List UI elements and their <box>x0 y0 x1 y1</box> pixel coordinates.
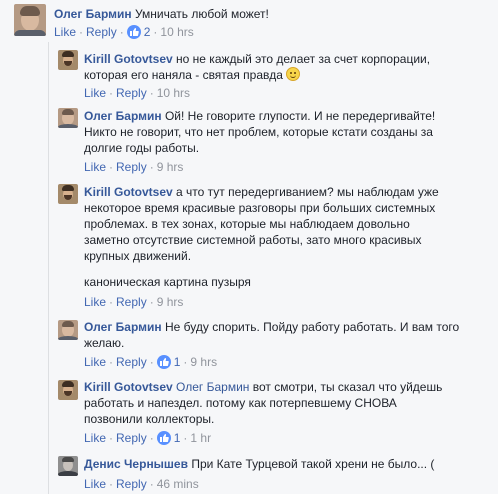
timestamp[interactable]: 9 hrs <box>157 295 184 309</box>
avatar[interactable] <box>58 108 78 128</box>
comment-text: но не каждый это делает за счет корпорац… <box>176 52 431 66</box>
comment-text: Ой! Не говорите глупости. И не передерги… <box>164 109 436 123</box>
like-link[interactable]: Like <box>54 25 76 39</box>
reply-kirill-1: Kirill Gotovtsev но не каждый это делает… <box>0 44 498 100</box>
comment-oleg-1: Олег Бармин Умничать любой может! Like · R… <box>0 0 498 44</box>
comment-text: Умничать любой может! <box>134 7 269 21</box>
comment-text: которая его наняла - святая правда <box>84 68 283 82</box>
comment-text: проблемах. в тех зонах, которые мы наблю… <box>84 217 410 231</box>
comment-author[interactable]: Kirill Gotovtsev <box>84 380 173 394</box>
comment-text: долгие годы работы. <box>84 141 200 155</box>
like-link[interactable]: Like <box>84 295 106 309</box>
comment-author[interactable]: Kirill Gotovtsev <box>84 185 173 199</box>
like-link[interactable]: Like <box>84 477 106 491</box>
comment-author[interactable]: Олег Бармин <box>84 109 162 123</box>
reply-link[interactable]: Reply <box>86 25 117 39</box>
comment-text: Никто не говорит, что нет проблем, котор… <box>84 125 433 139</box>
like-count[interactable]: 1 <box>174 431 181 445</box>
comment-author[interactable]: Олег Бармин <box>84 320 162 334</box>
reply-denis-1: Денис Чернышев При Кате Турцевой такой х… <box>0 450 498 494</box>
comment-text: некоторое время красивые разговоры при б… <box>84 201 436 215</box>
timestamp[interactable]: 9 hrs <box>157 160 184 174</box>
avatar[interactable] <box>58 320 78 340</box>
comment-author[interactable]: Kirill Gotovtsev <box>84 52 173 66</box>
avatar[interactable] <box>58 184 78 204</box>
smile-emoji-icon <box>286 67 301 81</box>
like-link[interactable]: Like <box>84 86 106 100</box>
timestamp[interactable]: 10 hrs <box>160 25 193 39</box>
comment-text: При Кате Турцевой такой хрени не было...… <box>191 457 435 471</box>
like-count[interactable]: 2 <box>144 25 151 39</box>
comment-author[interactable]: Денис Чернышев <box>84 457 188 471</box>
reply-oleg-2: Олег Бармин Ой! Не говорите глупости. И … <box>0 100 498 176</box>
comment-text: вот смотри, ты сказал что уйдешь <box>252 380 443 394</box>
reply-link[interactable]: Reply <box>116 160 147 174</box>
comment-text: а что тут передергиванием? мы наблюдам у… <box>176 185 439 199</box>
reply-kirill-2: Kirill Gotovtsev а что тут передергивани… <box>0 176 498 314</box>
timestamp[interactable]: 1 hr <box>190 431 211 445</box>
reply-link[interactable]: Reply <box>116 355 147 369</box>
timestamp[interactable]: 9 hrs <box>190 355 217 369</box>
avatar[interactable] <box>58 50 78 70</box>
reply-link[interactable]: Reply <box>116 86 147 100</box>
like-link[interactable]: Like <box>84 355 106 369</box>
comment-text: Не буду спорить. Пойду работу работать. … <box>164 320 460 334</box>
comment-author[interactable]: Олег Бармин <box>54 7 132 21</box>
comment-text: позвонили коллекторы. <box>84 412 215 426</box>
reply-oleg-3: Олег Бармин Не буду спорить. Пойду работ… <box>0 314 498 374</box>
avatar[interactable] <box>58 380 78 400</box>
like-link[interactable]: Like <box>84 431 106 445</box>
reply-kirill-3: Kirill Gotovtsev Олег Бармин вот смотри,… <box>0 374 498 450</box>
comment-text: крупных движений. <box>84 249 192 263</box>
like-link[interactable]: Like <box>84 160 106 174</box>
like-count-icon[interactable] <box>126 25 141 39</box>
like-count-icon[interactable] <box>156 431 171 445</box>
timestamp[interactable]: 46 mins <box>157 477 199 491</box>
reply-link[interactable]: Reply <box>116 477 147 491</box>
like-count[interactable]: 1 <box>174 355 181 369</box>
like-count-icon[interactable] <box>156 355 171 369</box>
comment-text: работать и напездел. потому как потерпев… <box>84 396 397 410</box>
mention-link[interactable]: Олег Бармин <box>176 380 249 394</box>
avatar[interactable] <box>14 4 46 36</box>
reply-link[interactable]: Reply <box>116 295 147 309</box>
avatar[interactable] <box>58 456 78 476</box>
timestamp[interactable]: 10 hrs <box>157 86 190 100</box>
reply-link[interactable]: Reply <box>116 431 147 445</box>
comment-text: заметно отсутствие системной работы, зат… <box>84 233 422 247</box>
comment-text: каноническая картина пузыря <box>84 275 251 289</box>
comment-text: желаю. <box>84 336 125 350</box>
